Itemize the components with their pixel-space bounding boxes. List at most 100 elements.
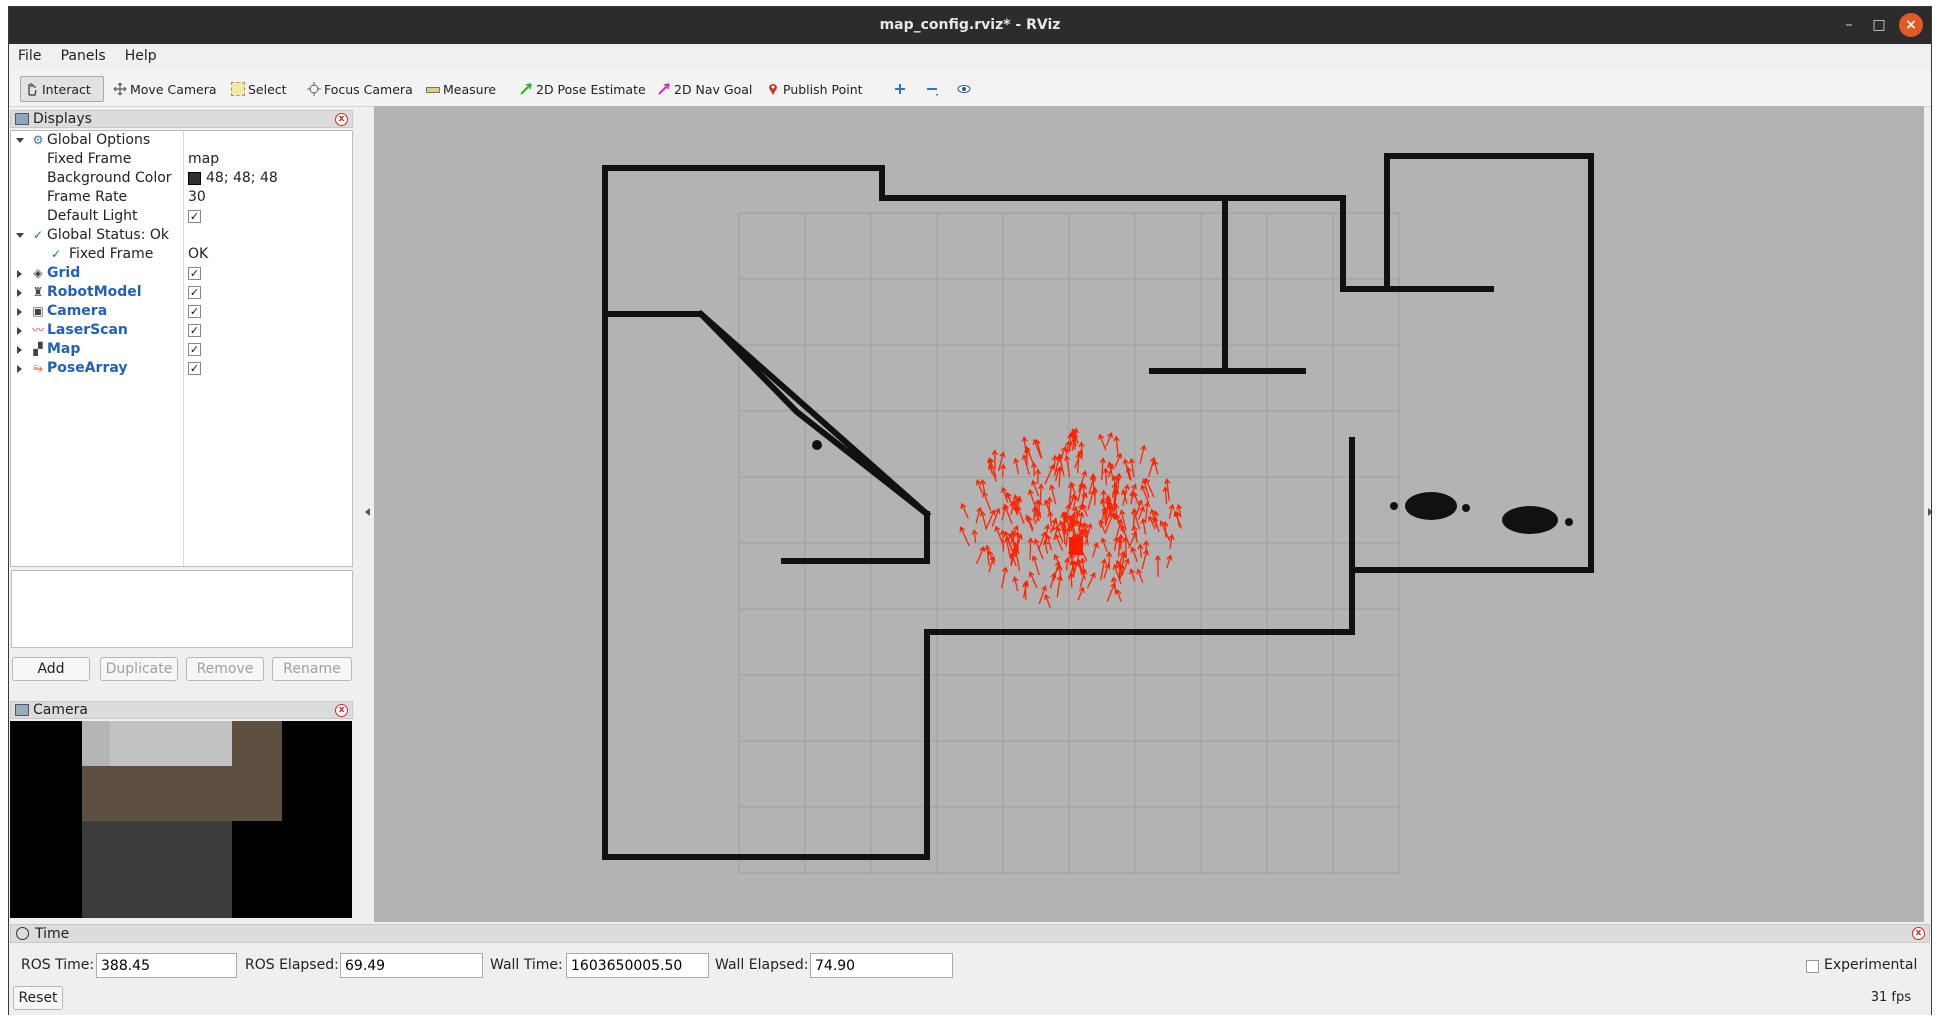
robotmodel-checkbox[interactable]: ✓ [188,286,201,299]
menu-help[interactable]: Help [116,44,163,64]
ros-time-field[interactable] [96,953,237,978]
close-icon[interactable]: × [1899,13,1923,37]
pose-arrow [1048,484,1057,505]
map-icon: ▞ [33,342,43,356]
tree-row-robotmodel[interactable]: ♜ RobotModel ✓ [11,283,352,302]
tree-row-global-options[interactable]: ⚙ Global Options [11,131,352,150]
expand-arrow-icon[interactable] [17,289,22,297]
tree-row-fixed-frame[interactable]: Fixed Frame map [11,150,352,169]
laserscan-checkbox[interactable]: ✓ [188,324,201,337]
collapse-right-icon[interactable] [1928,508,1933,516]
pose-arrow [1012,457,1020,475]
expand-arrow-icon[interactable] [17,327,22,335]
collapse-left-icon[interactable] [365,508,370,516]
grid-checkbox[interactable]: ✓ [188,267,201,280]
tree-row-map[interactable]: ▞ Map ✓ [11,340,352,359]
hand-icon [25,82,39,96]
pose-arrow [1114,452,1123,468]
monitor-icon [15,113,29,125]
pose-arrow [1027,489,1037,509]
green-arrow-icon [519,82,533,96]
wall-elapsed-field[interactable] [810,953,953,978]
pose-arrow [960,502,969,519]
add-button[interactable]: Add [12,657,90,681]
default-light-checkbox[interactable]: ✓ [188,210,201,223]
tree-row-global-status[interactable]: ✓ Global Status: Ok [11,226,352,245]
experimental-label: Experimental [1824,957,1918,973]
select-tool-button[interactable]: Select [227,76,291,102]
laser-icon: 〰 [31,323,44,337]
property-value[interactable]: 48; 48; 48 [206,169,278,188]
pose-arrow [1087,489,1096,511]
pose-arrow [1162,486,1169,505]
measure-label: Measure [443,81,497,97]
map-checkbox[interactable]: ✓ [188,343,201,356]
expand-arrow-icon[interactable] [16,233,24,238]
tree-row-frame-rate[interactable]: Frame Rate 30 [11,188,352,207]
displays-title: Displays [33,111,92,127]
tree-row-camera[interactable]: ▣ Camera ✓ [11,302,352,321]
posearray-checkbox[interactable]: ✓ [188,362,201,375]
ros-elapsed-field[interactable] [340,953,483,978]
pose-arrow [979,510,987,530]
interact-tool-button[interactable]: Interact [20,76,104,102]
expand-arrow-icon[interactable] [17,308,22,316]
camera-panel-header: Camera x [10,701,353,719]
property-value[interactable]: map [188,150,219,169]
pose-arrow [1012,575,1019,592]
wall-time-field[interactable] [566,953,709,978]
expand-arrow-icon[interactable] [17,346,22,354]
remove-button[interactable]: Remove [186,657,264,681]
minus-icon [925,82,939,96]
remove-tool-button[interactable] [921,76,946,102]
tree-row-fixed-frame-status[interactable]: ✓ Fixed Frame OK [11,245,352,264]
tree-row-default-light[interactable]: Default Light ✓ [11,207,352,226]
publish-point-tool-button[interactable]: Publish Point [762,76,867,102]
focus-camera-tool-button[interactable]: Focus Camera [303,76,417,102]
pose-arrow [1077,470,1088,493]
view-tool-button[interactable] [953,76,978,102]
pose-arrow [1125,466,1132,481]
rename-button[interactable]: Rename [272,657,352,681]
expand-arrow-icon[interactable] [17,365,22,373]
menu-file[interactable]: File [9,44,47,64]
measure-tool-button[interactable]: Measure [422,76,500,102]
gear-icon: ⚙ [32,133,44,147]
map-pin-icon [766,82,780,96]
title-bar: map_config.rviz* - RViz – □ × [9,7,1931,44]
close-panel-icon[interactable]: x [335,704,348,717]
tree-row-posearray[interactable]: ⥱ PoseArray ✓ [11,359,352,378]
pose-arrow [1086,572,1096,589]
add-tool-button[interactable] [889,76,914,102]
close-panel-icon[interactable]: x [1912,927,1925,940]
expand-arrow-icon[interactable] [17,270,22,278]
tree-row-laserscan[interactable]: 〰 LaserScan ✓ [11,321,352,340]
pose-estimate-tool-button[interactable]: 2D Pose Estimate [515,76,650,102]
pose-arrow [1130,546,1139,563]
close-panel-icon[interactable]: x [335,113,348,126]
color-swatch[interactable] [188,172,201,185]
nav-goal-tool-button[interactable]: 2D Nav Goal [653,76,756,102]
rviz-window: map_config.rviz* - RViz – □ × File Panel… [8,6,1933,1015]
expand-arrow-icon[interactable] [16,138,24,143]
tree-row-grid[interactable]: ◈ Grid ✓ [11,264,352,283]
experimental-checkbox[interactable] [1806,960,1819,973]
tree-row-background-color[interactable]: Background Color 48; 48; 48 [11,169,352,188]
display-tree: ⚙ Global Options Fixed Frame map Backgro… [10,130,353,567]
maximize-icon[interactable]: □ [1867,13,1891,37]
duplicate-button[interactable]: Duplicate [100,657,178,681]
fps-counter: 31 fps [1870,990,1911,1005]
pose-arrow [1105,432,1113,447]
time-panel-title: Time [35,926,70,942]
reset-button[interactable]: Reset [13,986,63,1010]
3d-render-view[interactable] [365,106,1933,922]
property-value[interactable]: 30 [188,188,206,207]
obstacle-cluster-1 [1390,492,1470,520]
menu-panels[interactable]: Panels [52,44,112,64]
move-camera-tool-button[interactable]: Move Camera [109,76,221,102]
nav-goal-label: 2D Nav Goal [674,81,753,97]
camera-image-view [10,721,352,918]
minimize-icon[interactable]: – [1837,13,1861,37]
eye-icon [957,82,971,96]
camera-checkbox[interactable]: ✓ [188,305,201,318]
